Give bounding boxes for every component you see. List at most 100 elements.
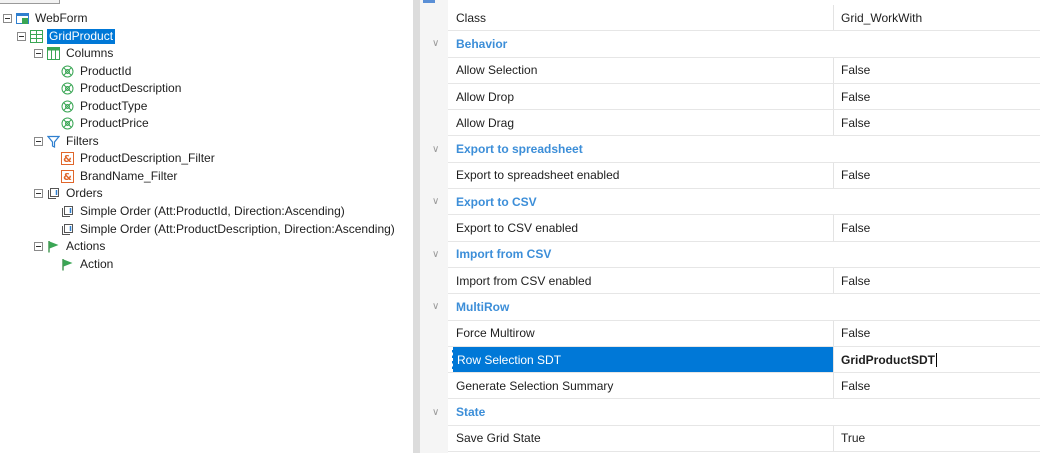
property-row[interactable]: Class Grid_WorkWith bbox=[448, 5, 1040, 32]
property-value[interactable]: False bbox=[833, 83, 1040, 110]
toolbar-fragment bbox=[0, 0, 60, 4]
property-name: Import from CSV enabled bbox=[456, 273, 592, 288]
variable-icon: & bbox=[61, 152, 74, 166]
chevron-down-icon[interactable]: ∨ bbox=[432, 31, 439, 56]
tree-label: Action bbox=[80, 257, 114, 272]
tree-label: Filters bbox=[66, 134, 99, 149]
collapse-toggle[interactable] bbox=[3, 14, 12, 24]
property-row[interactable]: Import from CSV enabled False bbox=[448, 268, 1040, 295]
property-row[interactable]: Save Grid State True bbox=[448, 425, 1040, 453]
text-caret bbox=[936, 352, 938, 367]
attribute-icon bbox=[61, 65, 74, 78]
category-row[interactable]: ∨ Behavior bbox=[432, 31, 1040, 58]
tree-node-column[interactable]: ProductDescription bbox=[61, 80, 183, 98]
tree-label: BrandName_Filter bbox=[80, 169, 178, 184]
tree-label: Simple Order (Att:ProductDescription, Di… bbox=[80, 222, 395, 237]
category-row[interactable]: ∨ Export to spreadsheet bbox=[432, 136, 1040, 163]
tree-node-column[interactable]: ProductPrice bbox=[61, 115, 151, 133]
tree-node-column[interactable]: ProductType bbox=[61, 98, 149, 116]
tree-node-webform[interactable]: WebForm bbox=[3, 10, 89, 28]
chevron-down-icon[interactable]: ∨ bbox=[432, 242, 439, 267]
category-row[interactable]: ∨ MultiRow bbox=[432, 294, 1040, 321]
tree-node-columns[interactable]: Columns bbox=[34, 45, 115, 63]
property-name: Allow Selection bbox=[456, 63, 538, 78]
property-name: Row Selection SDT bbox=[452, 346, 833, 373]
category-label: Behavior bbox=[456, 36, 508, 51]
collapse-toggle[interactable] bbox=[34, 49, 43, 59]
property-row-selected[interactable]: Row Selection SDT GridProductSDT bbox=[448, 346, 1040, 374]
tree-node-actions[interactable]: Actions bbox=[34, 238, 107, 256]
property-row[interactable]: Allow Drop False bbox=[448, 83, 1040, 111]
collapse-toggle[interactable] bbox=[34, 189, 43, 199]
properties-grid: Class Grid_WorkWith ∨ Behavior Allow Sel… bbox=[420, 0, 1040, 453]
chevron-down-icon[interactable]: ∨ bbox=[432, 400, 439, 425]
property-value-editor[interactable]: GridProductSDT bbox=[833, 346, 1040, 373]
attribute-icon bbox=[61, 100, 74, 113]
funnel-icon bbox=[47, 135, 60, 149]
attribute-icon bbox=[61, 117, 74, 130]
category-label: Import from CSV bbox=[456, 247, 552, 262]
category-label: MultiRow bbox=[456, 299, 510, 314]
tree-node-column[interactable]: ProductId bbox=[61, 63, 133, 81]
property-value[interactable]: False bbox=[833, 162, 1040, 189]
flag-icon bbox=[61, 258, 74, 271]
property-row[interactable]: Export to CSV enabled False bbox=[448, 215, 1040, 242]
collapse-toggle[interactable] bbox=[17, 32, 26, 42]
collapse-toggle[interactable] bbox=[34, 137, 43, 147]
property-row[interactable]: Allow Selection False bbox=[448, 57, 1040, 84]
tree-label-selected: GridProduct bbox=[47, 29, 116, 45]
property-name: Save Grid State bbox=[456, 431, 541, 446]
tree-panel: WebForm GridProduct Columns ProductId Pr… bbox=[0, 0, 413, 453]
category-label: Export to spreadsheet bbox=[456, 142, 583, 157]
tree-label: ProductDescription bbox=[80, 81, 182, 96]
tree-node-orders[interactable]: Orders bbox=[34, 185, 105, 203]
tree-node-filter[interactable]: & ProductDescription_Filter bbox=[61, 150, 217, 168]
tree-label: ProductDescription_Filter bbox=[80, 151, 215, 166]
category-row[interactable]: ∨ Import from CSV bbox=[432, 241, 1040, 268]
tree-node-order[interactable]: Simple Order (Att:ProductDescription, Di… bbox=[61, 221, 397, 239]
tree-label: WebForm bbox=[35, 11, 88, 26]
property-row[interactable]: Allow Drag False bbox=[448, 110, 1040, 137]
property-value[interactable]: False bbox=[833, 215, 1040, 241]
property-row[interactable]: Generate Selection Summary False bbox=[448, 373, 1040, 400]
variable-icon: & bbox=[61, 170, 74, 184]
property-value[interactable]: True bbox=[833, 425, 1040, 452]
property-value[interactable]: False bbox=[833, 57, 1040, 83]
svg-text:&: & bbox=[63, 154, 72, 165]
property-row[interactable]: Force Multirow False bbox=[448, 320, 1040, 347]
property-row[interactable]: Export to spreadsheet enabled False bbox=[448, 162, 1040, 190]
columns-icon bbox=[47, 47, 60, 61]
svg-text:&: & bbox=[63, 172, 72, 183]
tree-node-action[interactable]: Action bbox=[61, 256, 115, 274]
tree-node-filters[interactable]: Filters bbox=[34, 133, 101, 151]
grid-icon bbox=[30, 30, 43, 44]
tree-node-order[interactable]: Simple Order (Att:ProductId, Direction:A… bbox=[61, 203, 347, 221]
property-name: Class bbox=[456, 10, 487, 25]
property-value-text: GridProductSDT bbox=[841, 352, 936, 367]
property-name: Generate Selection Summary bbox=[456, 378, 614, 393]
tree-node-filter[interactable]: & BrandName_Filter bbox=[61, 168, 179, 186]
property-value[interactable]: False bbox=[833, 268, 1040, 294]
property-value[interactable]: Grid_WorkWith bbox=[833, 5, 1040, 31]
webform-icon bbox=[16, 12, 29, 25]
property-value[interactable]: False bbox=[833, 320, 1040, 346]
category-label: State bbox=[456, 405, 486, 420]
property-value[interactable]: False bbox=[833, 110, 1040, 136]
property-name: Allow Drop bbox=[456, 89, 515, 104]
collapse-toggle[interactable] bbox=[34, 242, 43, 252]
panel-splitter[interactable] bbox=[413, 0, 420, 453]
category-row[interactable]: ∨ Export to CSV bbox=[432, 189, 1040, 216]
property-value[interactable]: False bbox=[833, 373, 1040, 399]
tree-label: Actions bbox=[66, 239, 106, 254]
flag-icon bbox=[47, 240, 60, 253]
category-label: Export to CSV bbox=[456, 194, 537, 209]
chevron-down-icon[interactable]: ∨ bbox=[432, 294, 439, 319]
category-row[interactable]: ∨ State bbox=[432, 399, 1040, 426]
property-name: Force Multirow bbox=[456, 326, 535, 341]
order-icon bbox=[47, 187, 60, 200]
tree-node-gridproduct[interactable]: GridProduct bbox=[17, 28, 116, 46]
chevron-down-icon[interactable]: ∨ bbox=[432, 189, 439, 214]
chevron-down-icon[interactable]: ∨ bbox=[432, 137, 439, 162]
property-name: Export to CSV enabled bbox=[456, 221, 579, 236]
tree-label: ProductId bbox=[80, 64, 132, 79]
